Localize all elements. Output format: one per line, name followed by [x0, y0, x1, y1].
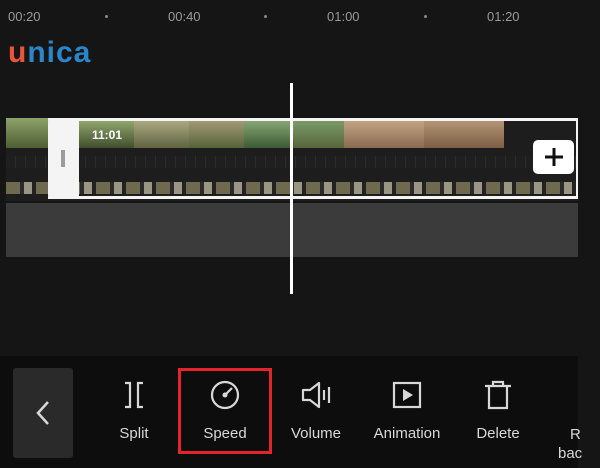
chevron-left-icon — [36, 401, 49, 425]
playhead[interactable] — [290, 83, 293, 294]
timeline-ruler[interactable]: 00:20 00:40 01:00 01:20 — [0, 0, 600, 34]
ruler-tick — [105, 15, 108, 18]
add-clip-button[interactable] — [533, 140, 574, 174]
volume-icon — [301, 381, 331, 409]
plus-icon — [544, 148, 563, 166]
selected-clip-frame[interactable] — [48, 118, 578, 199]
handle-grip — [61, 150, 65, 167]
clip-duration: 11:01 — [92, 128, 123, 142]
volume-button[interactable]: Volume — [270, 378, 362, 458]
delete-button[interactable]: Delete — [452, 378, 544, 458]
ruler-tick — [424, 15, 427, 18]
delete-label: Delete — [476, 425, 520, 442]
split-icon — [125, 381, 143, 409]
unica-logo: unica — [8, 36, 91, 70]
volume-label: Volume — [290, 425, 342, 442]
cut-off-tool-label[interactable]: R bac — [558, 425, 582, 463]
ruler-tick — [264, 15, 267, 18]
ruler-label-0040: 00:40 — [168, 9, 201, 24]
logo-text-rest: nica — [27, 36, 92, 69]
cut-off-label-line2: bac — [558, 445, 583, 462]
trash-icon — [485, 380, 511, 410]
ruler-label-0120: 01:20 — [487, 9, 520, 24]
speed-highlight-box — [178, 368, 272, 454]
ruler-label-0100: 01:00 — [327, 9, 360, 24]
split-button[interactable]: Split — [88, 378, 180, 458]
logo-letter-u: u — [8, 36, 28, 69]
split-label: Split — [119, 425, 149, 442]
animation-label: Animation — [373, 425, 441, 442]
video-thumbnail — [6, 118, 48, 148]
cut-off-label-line1: R — [570, 426, 581, 443]
animation-icon — [392, 381, 422, 409]
clip-trim-handle-left[interactable] — [48, 118, 79, 199]
ruler-label-0020: 00:20 — [8, 9, 41, 24]
back-button[interactable] — [13, 368, 73, 458]
animation-button[interactable]: Animation — [361, 378, 453, 458]
